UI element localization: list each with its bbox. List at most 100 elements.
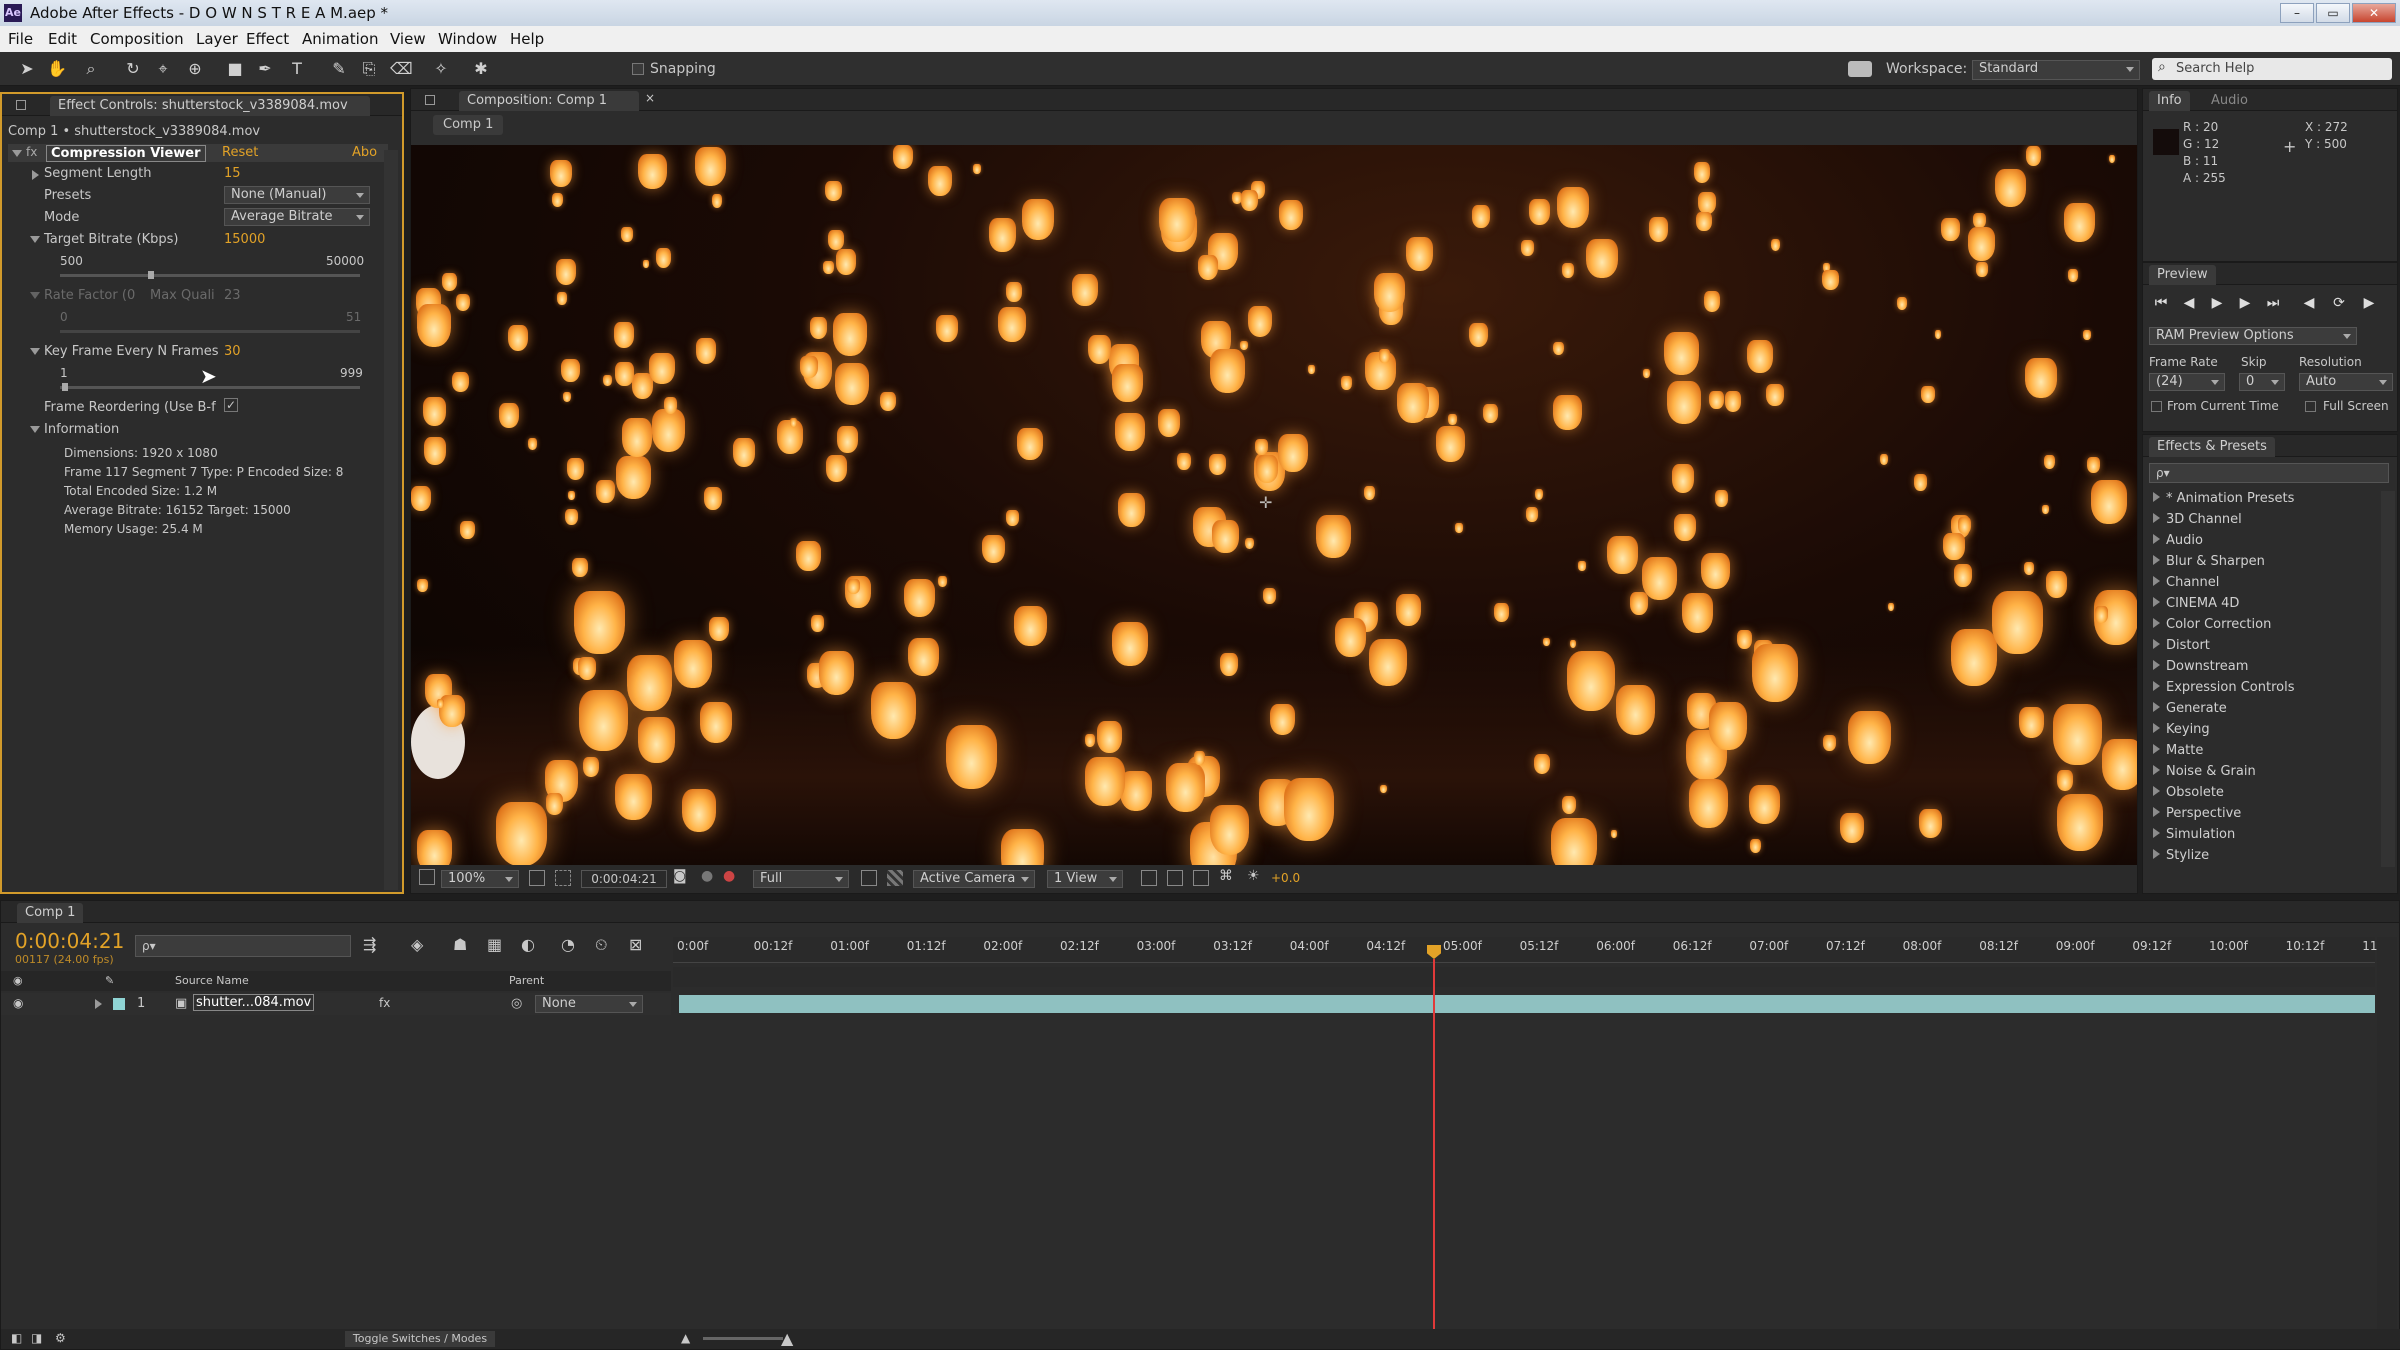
effect-reset-link[interactable]: Reset xyxy=(222,145,258,160)
view-layout-dropdown[interactable]: 1 View xyxy=(1047,870,1123,888)
parent-dropdown[interactable]: None xyxy=(535,995,643,1013)
target-bitrate-slider-handle[interactable] xyxy=(148,271,155,279)
menu-animation[interactable]: Animation xyxy=(302,30,378,48)
timeline-scrollbar[interactable] xyxy=(2377,937,2397,1337)
target-bitrate-value[interactable]: 15000 xyxy=(224,232,265,247)
effects-category-item[interactable]: * Animation Presets xyxy=(2153,491,2294,506)
skip-dropdown[interactable]: 0 xyxy=(2239,373,2285,391)
close-button[interactable]: ✕ xyxy=(2352,3,2396,23)
timer-icon[interactable]: ⏲ xyxy=(595,935,607,955)
effects-category-item[interactable]: Generate xyxy=(2153,701,2227,716)
zoom-tool-icon[interactable]: ⌕ xyxy=(80,58,102,80)
effects-category-item[interactable]: Distort xyxy=(2153,638,2210,653)
layer-expand-icon[interactable] xyxy=(95,999,102,1009)
fx-icon[interactable]: fx xyxy=(26,145,37,159)
in-out-icon[interactable]: ⚙ xyxy=(55,1331,66,1345)
previous-frame-icon[interactable]: ◀ xyxy=(2179,293,2199,313)
rotate-tool-icon[interactable]: ↻ xyxy=(122,58,144,80)
presets-dropdown[interactable]: None (Manual) xyxy=(224,186,370,204)
keyframe-value[interactable]: 30 xyxy=(224,344,241,359)
tab-effect-controls[interactable]: Effect Controls: shutterstock_v3389084.m… xyxy=(50,96,370,116)
layer-label-color[interactable] xyxy=(113,998,125,1010)
menu-composition[interactable]: Composition xyxy=(90,30,184,48)
effect-about-link[interactable]: Abo xyxy=(352,145,377,160)
menu-window[interactable]: Window xyxy=(438,30,497,48)
play-icon[interactable]: ▶ xyxy=(2207,293,2227,313)
menu-edit[interactable]: Edit xyxy=(48,30,77,48)
camera-tool-icon[interactable]: ⌖ xyxy=(152,58,174,80)
effects-category-item[interactable]: Keying xyxy=(2153,722,2210,737)
type-tool-icon[interactable]: T xyxy=(286,58,308,80)
selection-tool-icon[interactable]: ➤ xyxy=(16,58,38,80)
fast-previews-icon[interactable] xyxy=(861,870,877,886)
toggle-switches-modes-button[interactable]: Toggle Switches / Modes xyxy=(345,1331,495,1347)
work-area-bar[interactable] xyxy=(673,967,2375,987)
mute-audio-icon[interactable]: ◀ xyxy=(2299,293,2319,313)
effect-name[interactable]: Compression Viewer xyxy=(46,145,206,162)
preview-resolution-dropdown[interactable]: Auto xyxy=(2299,373,2393,391)
zoom-in-icon[interactable]: ▲ xyxy=(781,1329,793,1348)
full-screen-checkbox[interactable] xyxy=(2305,401,2316,412)
target-bitrate-slider[interactable] xyxy=(60,271,360,279)
rectangle-tool-icon[interactable]: ■ xyxy=(224,58,246,80)
draft-3d-icon[interactable]: ◈ xyxy=(411,935,423,954)
current-time-field[interactable]: 0:00:04:21 xyxy=(581,870,667,888)
keyframe-slider-handle[interactable] xyxy=(62,383,68,391)
effects-scrollbar[interactable] xyxy=(2381,491,2395,867)
comp-mini-flowchart-icon[interactable]: ⇶ xyxy=(363,935,376,954)
parent-header[interactable]: Parent xyxy=(509,974,544,987)
show-snapshot-icon[interactable]: ● xyxy=(701,868,713,884)
timeline-search-field[interactable]: ρ▾ xyxy=(135,935,351,957)
next-frame-icon[interactable]: ▶ xyxy=(2235,293,2255,313)
menu-view[interactable]: View xyxy=(390,30,426,48)
maximize-button[interactable]: ▭ xyxy=(2316,3,2350,23)
effects-category-item[interactable]: Stylize xyxy=(2153,848,2209,863)
layer-row[interactable]: ◉ 1 ▣ shutter...084.mov fx ◎ None xyxy=(1,993,671,1015)
collapse-triangle-icon[interactable] xyxy=(30,426,40,433)
effects-category-item[interactable]: CINEMA 4D xyxy=(2153,596,2239,611)
transfer-controls-icon[interactable]: ◨ xyxy=(31,1331,42,1345)
menu-effect[interactable]: Effect xyxy=(246,30,289,48)
motion-blur-icon[interactable]: ◐ xyxy=(521,935,535,954)
brainstorm-icon[interactable]: ⊠ xyxy=(629,935,642,954)
effects-category-item[interactable]: Matte xyxy=(2153,743,2203,758)
tab-preview[interactable]: Preview xyxy=(2149,265,2216,285)
effect-controls-scrollbar[interactable] xyxy=(384,150,398,890)
flowchart-icon[interactable]: ⌘ xyxy=(1219,868,1233,884)
mode-dropdown[interactable]: Average Bitrate xyxy=(224,208,370,226)
search-help-field[interactable]: ⌕ Search Help xyxy=(2152,58,2392,80)
tab-composition[interactable]: Composition: Comp 1 xyxy=(459,91,639,111)
ram-preview-icon[interactable]: ▶ xyxy=(2359,293,2379,313)
layer-duration-bar[interactable] xyxy=(679,995,2375,1013)
panel-lock-icon[interactable] xyxy=(16,100,26,110)
composition-viewer[interactable]: ✛ xyxy=(411,145,2137,865)
workspace-select[interactable]: Standard xyxy=(1972,60,2140,80)
tab-info[interactable]: Info xyxy=(2149,91,2190,111)
roto-brush-tool-icon[interactable]: ✧ xyxy=(430,58,452,80)
resolution-dropdown[interactable]: Full xyxy=(753,870,849,888)
layer-fx-icon[interactable]: fx xyxy=(379,996,390,1010)
pan-behind-tool-icon[interactable]: ⊕ xyxy=(184,58,206,80)
time-ruler[interactable]: 0:00f 00:12f 01:00f 01:12f 02:00f 02:12f 03:00… xyxy=(673,937,2389,963)
menu-layer[interactable]: Layer xyxy=(196,30,238,48)
expand-triangle-icon[interactable] xyxy=(32,170,39,180)
puppet-tool-icon[interactable]: ✱ xyxy=(470,58,492,80)
loop-icon[interactable]: ⟳ xyxy=(2329,293,2349,313)
frame-rate-dropdown[interactable]: (24) xyxy=(2149,373,2225,391)
timeline-zoom-slider[interactable] xyxy=(703,1337,783,1340)
camera-dropdown[interactable]: Active Camera xyxy=(913,870,1035,888)
zoom-dropdown[interactable]: 100% xyxy=(441,870,519,888)
tab-timeline-comp[interactable]: Comp 1 xyxy=(17,903,84,923)
layer-switches-icon[interactable]: ◧ xyxy=(11,1331,22,1345)
from-current-time-checkbox[interactable] xyxy=(2151,401,2162,412)
panel-lock-icon[interactable] xyxy=(425,95,435,105)
first-frame-icon[interactable]: ⏮ xyxy=(2151,293,2171,313)
effects-category-item[interactable]: Downstream xyxy=(2153,659,2248,674)
layer-name[interactable]: shutter...084.mov xyxy=(193,994,315,1011)
toggle-pixel-aspect-icon[interactable] xyxy=(1141,870,1157,886)
effect-header-row[interactable]: fx Compression Viewer Reset Abo xyxy=(8,144,388,162)
graph-editor-icon[interactable]: ◔ xyxy=(561,935,575,954)
menu-help[interactable]: Help xyxy=(510,30,544,48)
tab-audio[interactable]: Audio xyxy=(2211,93,2248,108)
effects-category-item[interactable]: Blur & Sharpen xyxy=(2153,554,2265,569)
